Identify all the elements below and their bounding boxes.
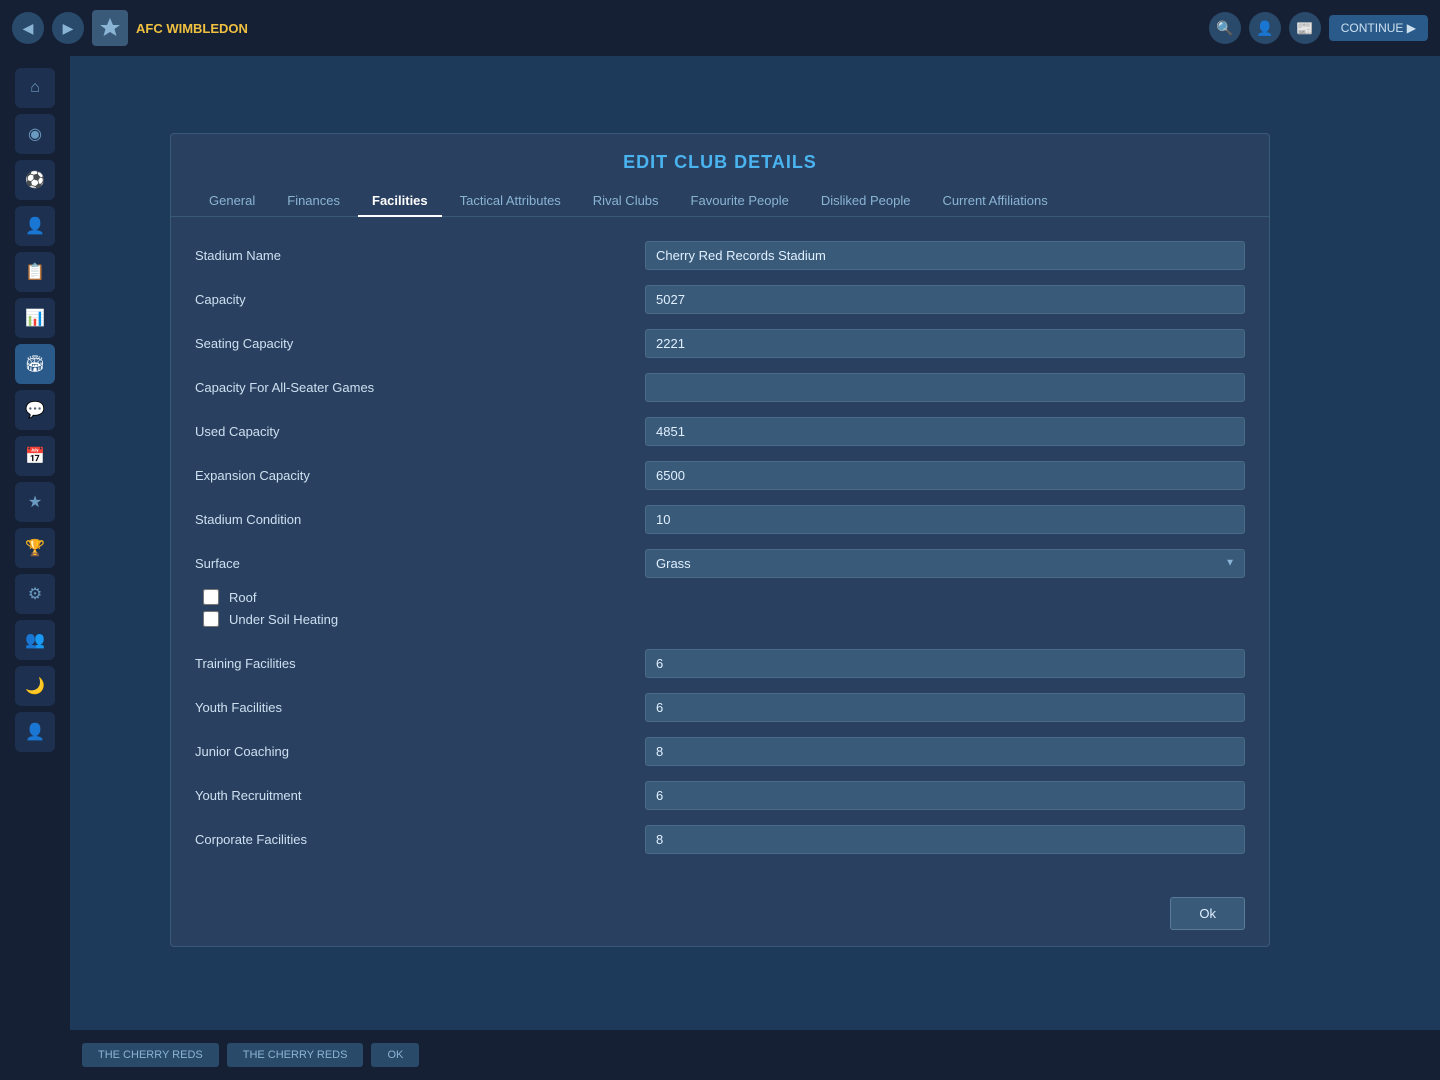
sidebar-settings[interactable]: ⚙ bbox=[15, 574, 55, 614]
under-soil-heating-label: Under Soil Heating bbox=[229, 612, 338, 627]
bottom-bar: THE CHERRY REDS THE CHERRY REDS OK bbox=[70, 1030, 1440, 1080]
used-capacity-label: Used Capacity bbox=[195, 424, 645, 439]
roof-row: Roof bbox=[195, 589, 1245, 605]
sidebar-stats[interactable]: 📊 bbox=[15, 298, 55, 338]
youth-recruitment-row: Youth Recruitment bbox=[195, 777, 1245, 813]
sidebar-overview[interactable]: ◉ bbox=[15, 114, 55, 154]
tab-disliked[interactable]: Disliked People bbox=[807, 185, 925, 216]
surface-select-wrapper: Grass Artificial Hybrid bbox=[645, 549, 1245, 578]
training-facilities-input[interactable] bbox=[645, 649, 1245, 678]
stadium-condition-label: Stadium Condition bbox=[195, 512, 645, 527]
bottom-status-2[interactable]: THE CHERRY REDS bbox=[227, 1043, 364, 1067]
sidebar-profile[interactable]: 👤 bbox=[15, 712, 55, 752]
capacity-input[interactable] bbox=[645, 285, 1245, 314]
training-facilities-row: Training Facilities bbox=[195, 645, 1245, 681]
sidebar-home[interactable]: ⌂ bbox=[15, 68, 55, 108]
club-name: AFC WIMBLEDON bbox=[136, 21, 1201, 36]
corporate-facilities-row: Corporate Facilities bbox=[195, 821, 1245, 857]
seating-capacity-row: Seating Capacity bbox=[195, 325, 1245, 361]
surface-row: Surface Grass Artificial Hybrid bbox=[195, 545, 1245, 581]
profile-icon[interactable]: 👤 bbox=[1249, 12, 1281, 44]
news-icon[interactable]: 📰 bbox=[1289, 12, 1321, 44]
tab-general[interactable]: General bbox=[195, 185, 269, 216]
junior-coaching-input[interactable] bbox=[645, 737, 1245, 766]
tab-affiliations[interactable]: Current Affiliations bbox=[928, 185, 1061, 216]
bottom-status-1[interactable]: THE CHERRY REDS bbox=[82, 1043, 219, 1067]
tab-finances[interactable]: Finances bbox=[273, 185, 354, 216]
training-facilities-label: Training Facilities bbox=[195, 656, 645, 671]
ok-button[interactable]: Ok bbox=[1170, 897, 1245, 930]
roof-checkbox[interactable] bbox=[203, 589, 219, 605]
surface-select[interactable]: Grass Artificial Hybrid bbox=[645, 549, 1245, 578]
capacity-row: Capacity bbox=[195, 281, 1245, 317]
expansion-capacity-label: Expansion Capacity bbox=[195, 468, 645, 483]
search-icon[interactable]: 🔍 bbox=[1209, 12, 1241, 44]
surface-label: Surface bbox=[195, 556, 645, 571]
sidebar-stadium[interactable]: 🏟 bbox=[15, 344, 55, 384]
capacity-all-seater-row: Capacity For All-Seater Games bbox=[195, 369, 1245, 405]
sidebar-players[interactable]: 👤 bbox=[15, 206, 55, 246]
stadium-condition-row: Stadium Condition bbox=[195, 501, 1245, 537]
continue-button[interactable]: CONTINUE ▶ bbox=[1329, 15, 1428, 41]
dialog-title: EDIT CLUB DETAILS bbox=[623, 152, 817, 172]
junior-coaching-label: Junior Coaching bbox=[195, 744, 645, 759]
stadium-name-input[interactable] bbox=[645, 241, 1245, 270]
tab-tactical[interactable]: Tactical Attributes bbox=[446, 185, 575, 216]
sidebar-news[interactable]: 💬 bbox=[15, 390, 55, 430]
sidebar-tactics[interactable]: 📋 bbox=[15, 252, 55, 292]
separator bbox=[195, 633, 1245, 645]
edit-club-dialog: EDIT CLUB DETAILS General Finances Facil… bbox=[170, 133, 1270, 947]
tab-rival[interactable]: Rival Clubs bbox=[579, 185, 673, 216]
youth-facilities-row: Youth Facilities bbox=[195, 689, 1245, 725]
bottom-status-3[interactable]: OK bbox=[371, 1043, 419, 1067]
top-nav: ◀ ▶ AFC WIMBLEDON 🔍 👤 📰 CONTINUE ▶ bbox=[0, 0, 1440, 56]
corporate-facilities-label: Corporate Facilities bbox=[195, 832, 645, 847]
left-sidebar: ⌂ ◉ ⚽ 👤 📋 📊 🏟 💬 📅 ★ 🏆 ⚙ 👥 🌙 👤 bbox=[0, 56, 70, 1080]
under-soil-heating-row: Under Soil Heating bbox=[195, 611, 1245, 627]
sidebar-staff[interactable]: 👥 bbox=[15, 620, 55, 660]
seating-capacity-label: Seating Capacity bbox=[195, 336, 645, 351]
dialog-header: EDIT CLUB DETAILS bbox=[171, 134, 1269, 173]
under-soil-heating-checkbox[interactable] bbox=[203, 611, 219, 627]
used-capacity-row: Used Capacity bbox=[195, 413, 1245, 449]
junior-coaching-row: Junior Coaching bbox=[195, 733, 1245, 769]
tab-facilities[interactable]: Facilities bbox=[358, 185, 442, 216]
back-button[interactable]: ◀ bbox=[12, 12, 44, 44]
expansion-capacity-input[interactable] bbox=[645, 461, 1245, 490]
youth-facilities-label: Youth Facilities bbox=[195, 700, 645, 715]
dialog-body: Stadium Name Capacity Seating Capacity C… bbox=[171, 217, 1269, 885]
capacity-label: Capacity bbox=[195, 292, 645, 307]
stadium-name-row: Stadium Name bbox=[195, 237, 1245, 273]
sidebar-football[interactable]: ⚽ bbox=[15, 160, 55, 200]
forward-button[interactable]: ▶ bbox=[52, 12, 84, 44]
capacity-all-seater-input[interactable] bbox=[645, 373, 1245, 402]
sidebar-favourites[interactable]: ★ bbox=[15, 482, 55, 522]
stadium-name-label: Stadium Name bbox=[195, 248, 645, 263]
stadium-condition-input[interactable] bbox=[645, 505, 1245, 534]
youth-recruitment-input[interactable] bbox=[645, 781, 1245, 810]
capacity-all-seater-label: Capacity For All-Seater Games bbox=[195, 380, 645, 395]
sidebar-calendar[interactable]: 📅 bbox=[15, 436, 55, 476]
sidebar-sleep[interactable]: 🌙 bbox=[15, 666, 55, 706]
club-badge bbox=[92, 10, 128, 46]
used-capacity-input[interactable] bbox=[645, 417, 1245, 446]
dialog-footer: Ok bbox=[171, 885, 1269, 946]
youth-facilities-input[interactable] bbox=[645, 693, 1245, 722]
corporate-facilities-input[interactable] bbox=[645, 825, 1245, 854]
sidebar-trophies[interactable]: 🏆 bbox=[15, 528, 55, 568]
dialog-tabs: General Finances Facilities Tactical Att… bbox=[171, 173, 1269, 217]
seating-capacity-input[interactable] bbox=[645, 329, 1245, 358]
roof-label: Roof bbox=[229, 590, 256, 605]
tab-favourite[interactable]: Favourite People bbox=[677, 185, 803, 216]
nav-right: 🔍 👤 📰 CONTINUE ▶ bbox=[1209, 12, 1428, 44]
expansion-capacity-row: Expansion Capacity bbox=[195, 457, 1245, 493]
youth-recruitment-label: Youth Recruitment bbox=[195, 788, 645, 803]
